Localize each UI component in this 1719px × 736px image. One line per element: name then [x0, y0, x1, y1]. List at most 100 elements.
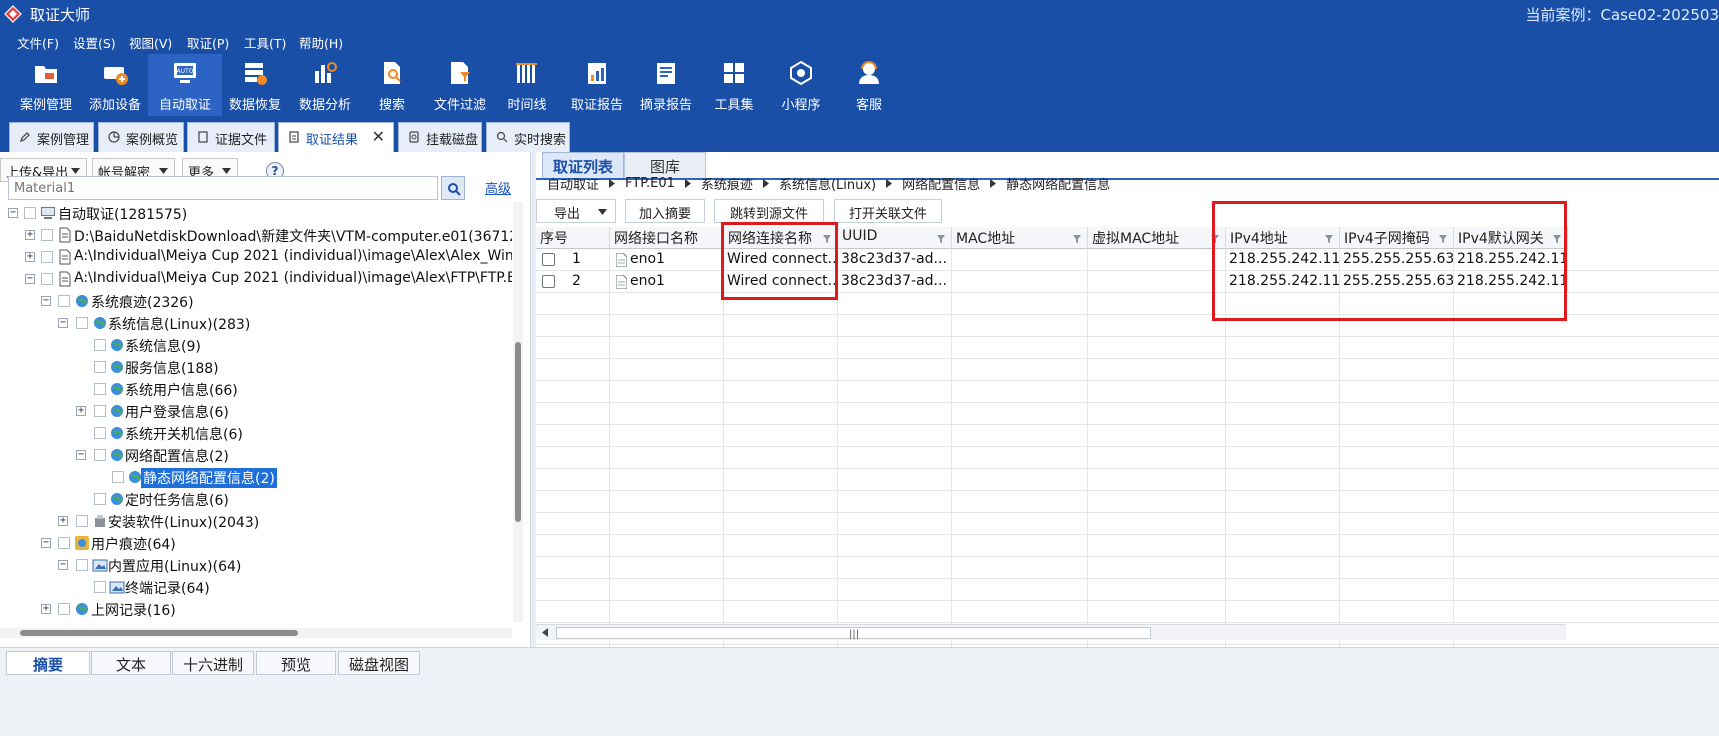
- ribbon-auto-forensics-button[interactable]: AUTO 自动取证: [148, 54, 222, 116]
- breadcrumb-item[interactable]: 静态网络配置信息: [1006, 174, 1110, 193]
- export-dropdown[interactable]: 导出: [536, 199, 616, 223]
- tab-evidence-files[interactable]: 证据文件: [187, 122, 275, 152]
- breadcrumb-item[interactable]: 系统痕迹: [701, 174, 753, 193]
- ribbon-forensics-report-button[interactable]: 取证报告: [560, 54, 634, 116]
- scroll-left-icon[interactable]: [542, 628, 548, 637]
- tab-text[interactable]: 文本: [91, 651, 171, 675]
- column-header-gateway[interactable]: IPv4默认网关: [1454, 227, 1568, 249]
- column-header-ipv4[interactable]: IPv4地址: [1226, 227, 1340, 249]
- add-excerpt-button[interactable]: 加入摘要: [625, 199, 705, 223]
- filter-icon[interactable]: [1211, 235, 1219, 243]
- tree-checkbox[interactable]: [94, 581, 106, 593]
- ribbon-excerpt-report-button[interactable]: 摘录报告: [629, 54, 703, 116]
- breadcrumb-item[interactable]: 自动取证: [547, 174, 599, 193]
- filter-icon[interactable]: [1325, 235, 1333, 243]
- filter-icon[interactable]: [823, 235, 831, 243]
- ribbon-add-device-button[interactable]: 添加设备: [78, 54, 152, 116]
- scrollbar-thumb[interactable]: [515, 342, 521, 522]
- filter-icon[interactable]: [1439, 235, 1447, 243]
- row-checkbox[interactable]: [542, 253, 555, 266]
- goto-source-file-button[interactable]: 跳转到源文件: [714, 199, 824, 223]
- column-header-connection-name[interactable]: 网络连接名称: [724, 227, 838, 249]
- tree-checkbox[interactable]: [94, 493, 106, 505]
- filter-icon[interactable]: [937, 235, 945, 243]
- column-header-uuid[interactable]: UUID: [838, 227, 952, 249]
- menu-view[interactable]: 视图(V): [129, 33, 172, 52]
- tree-checkbox[interactable]: [76, 559, 88, 571]
- ribbon-toolset-button[interactable]: 工具集: [697, 54, 771, 116]
- expand-icon[interactable]: +: [58, 516, 68, 526]
- scrollbar-thumb[interactable]: |||: [556, 627, 1151, 640]
- tree-checkbox[interactable]: [58, 603, 70, 615]
- tab-preview[interactable]: 预览: [256, 651, 336, 675]
- menu-file[interactable]: 文件(F): [17, 33, 59, 52]
- tree-checkbox[interactable]: [94, 361, 106, 373]
- tree-checkbox[interactable]: [94, 427, 106, 439]
- expand-icon[interactable]: +: [25, 230, 35, 240]
- tree-checkbox[interactable]: [41, 273, 53, 285]
- tree-horizontal-scrollbar[interactable]: [0, 628, 512, 638]
- collapse-icon[interactable]: −: [58, 318, 68, 328]
- tree-checkbox[interactable]: [94, 339, 106, 351]
- tab-forensics-results[interactable]: 取证结果 ✕: [278, 122, 394, 152]
- collapse-icon[interactable]: −: [25, 274, 35, 284]
- tree-checkbox[interactable]: [76, 515, 88, 527]
- tree-checkbox[interactable]: [112, 471, 124, 483]
- tab-case-overview[interactable]: 案例概览: [98, 122, 184, 152]
- expand-icon[interactable]: +: [25, 252, 35, 262]
- tree-checkbox[interactable]: [94, 383, 106, 395]
- tab-mount-disk[interactable]: 挂载磁盘: [398, 122, 482, 152]
- tree-checkbox[interactable]: [58, 295, 70, 307]
- close-tab-icon[interactable]: ✕: [372, 127, 385, 146]
- tab-realtime-search[interactable]: 实时搜索: [486, 122, 570, 152]
- column-header-mac[interactable]: MAC地址: [952, 227, 1088, 249]
- results-horizontal-scrollbar[interactable]: |||: [536, 624, 1566, 640]
- tab-summary[interactable]: 摘要: [6, 651, 90, 675]
- tree-vertical-scrollbar[interactable]: [513, 202, 523, 622]
- tab-case-management[interactable]: 案例管理: [9, 122, 94, 152]
- ribbon-data-analysis-button[interactable]: 数据分析: [288, 54, 362, 116]
- tree-checkbox[interactable]: [24, 207, 36, 219]
- column-header-subnet-mask[interactable]: IPv4子网掩码: [1340, 227, 1454, 249]
- tree-checkbox[interactable]: [58, 537, 70, 549]
- ribbon-mini-program-button[interactable]: 小程序: [764, 54, 838, 116]
- tree-checkbox[interactable]: [94, 405, 106, 417]
- expand-icon[interactable]: +: [76, 406, 86, 416]
- collapse-icon[interactable]: −: [58, 560, 68, 570]
- filter-icon[interactable]: [1553, 235, 1561, 243]
- ribbon-search-button[interactable]: 搜索: [355, 54, 429, 116]
- tree-checkbox[interactable]: [41, 229, 53, 241]
- advanced-search-link[interactable]: 高级: [485, 178, 511, 197]
- ribbon-file-filter-button[interactable]: 文件过滤: [423, 54, 497, 116]
- column-header-index[interactable]: 序号: [536, 227, 610, 249]
- column-header-interface[interactable]: 网络接口名称: [610, 227, 724, 249]
- breadcrumb-item[interactable]: 网络配置信息: [902, 174, 980, 193]
- tab-hex[interactable]: 十六进制: [172, 651, 254, 675]
- breadcrumb-item[interactable]: 系统信息(Linux): [779, 174, 876, 193]
- tree-search-input[interactable]: [8, 176, 438, 200]
- ribbon-timeline-button[interactable]: 时间线: [490, 54, 564, 116]
- collapse-icon[interactable]: −: [8, 208, 18, 218]
- collapse-icon[interactable]: −: [41, 538, 51, 548]
- tree-search-button[interactable]: [441, 176, 465, 200]
- ribbon-data-recovery-button[interactable]: 数据恢复: [218, 54, 292, 116]
- table-row[interactable]: 1 eno1 Wired connect... 38c23d37-ad... 2…: [536, 249, 1719, 271]
- tab-disk-view[interactable]: 磁盘视图: [338, 651, 420, 675]
- collapse-icon[interactable]: −: [41, 296, 51, 306]
- menu-settings[interactable]: 设置(S): [73, 33, 116, 52]
- expand-icon[interactable]: +: [41, 604, 51, 614]
- row-checkbox[interactable]: [542, 275, 555, 288]
- menu-tools[interactable]: 工具(T): [244, 33, 286, 52]
- tree-checkbox[interactable]: [94, 449, 106, 461]
- breadcrumb-item[interactable]: FTP.E01: [625, 176, 675, 191]
- tree-checkbox[interactable]: [41, 251, 53, 263]
- table-row[interactable]: 2 eno1 Wired connect... 38c23d37-ad... 2…: [536, 271, 1719, 293]
- ribbon-case-management-button[interactable]: 案例管理: [9, 54, 83, 116]
- column-header-virtual-mac[interactable]: 虚拟MAC地址: [1088, 227, 1226, 249]
- scrollbar-thumb[interactable]: [20, 630, 298, 636]
- menu-help[interactable]: 帮助(H): [299, 33, 343, 52]
- ribbon-customer-service-button[interactable]: 客服: [832, 54, 906, 116]
- collapse-icon[interactable]: −: [76, 450, 86, 460]
- filter-icon[interactable]: [1073, 235, 1081, 243]
- menu-forensics[interactable]: 取证(P): [187, 33, 229, 52]
